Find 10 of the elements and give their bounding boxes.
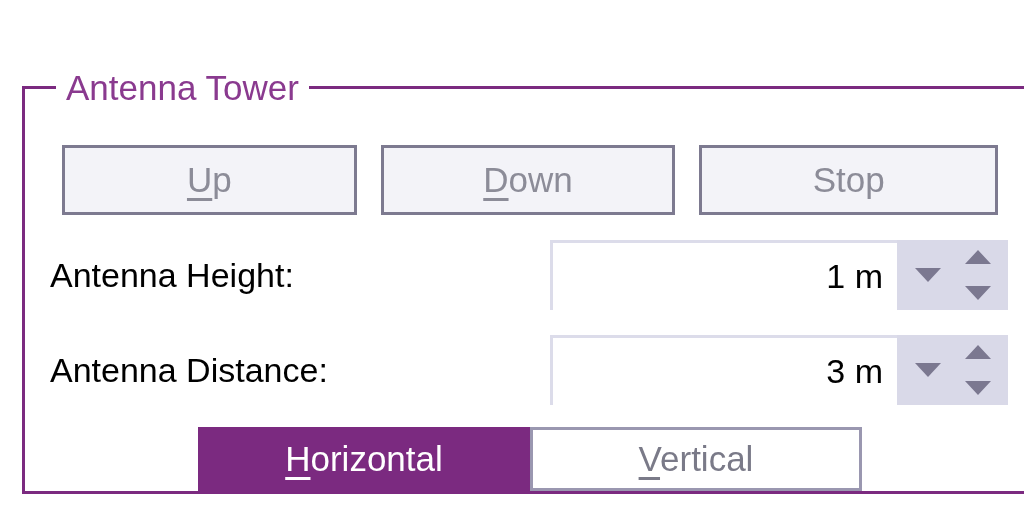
spin-arrows-icon[interactable] [965,250,991,300]
orientation-tab[interactable]: Horizontal [198,427,530,491]
spin-field[interactable]: 3 m [550,335,897,405]
spin-field[interactable]: 1 m [550,240,897,310]
dropdown-arrow-icon[interactable] [915,363,941,377]
orientation-tab[interactable]: Vertical [530,427,862,491]
dropdown-arrow-icon[interactable] [915,268,941,282]
field-label: Antenna Height: [50,254,295,296]
field-label: Antenna Distance: [50,349,329,391]
spin-arrows-icon[interactable] [965,345,991,395]
